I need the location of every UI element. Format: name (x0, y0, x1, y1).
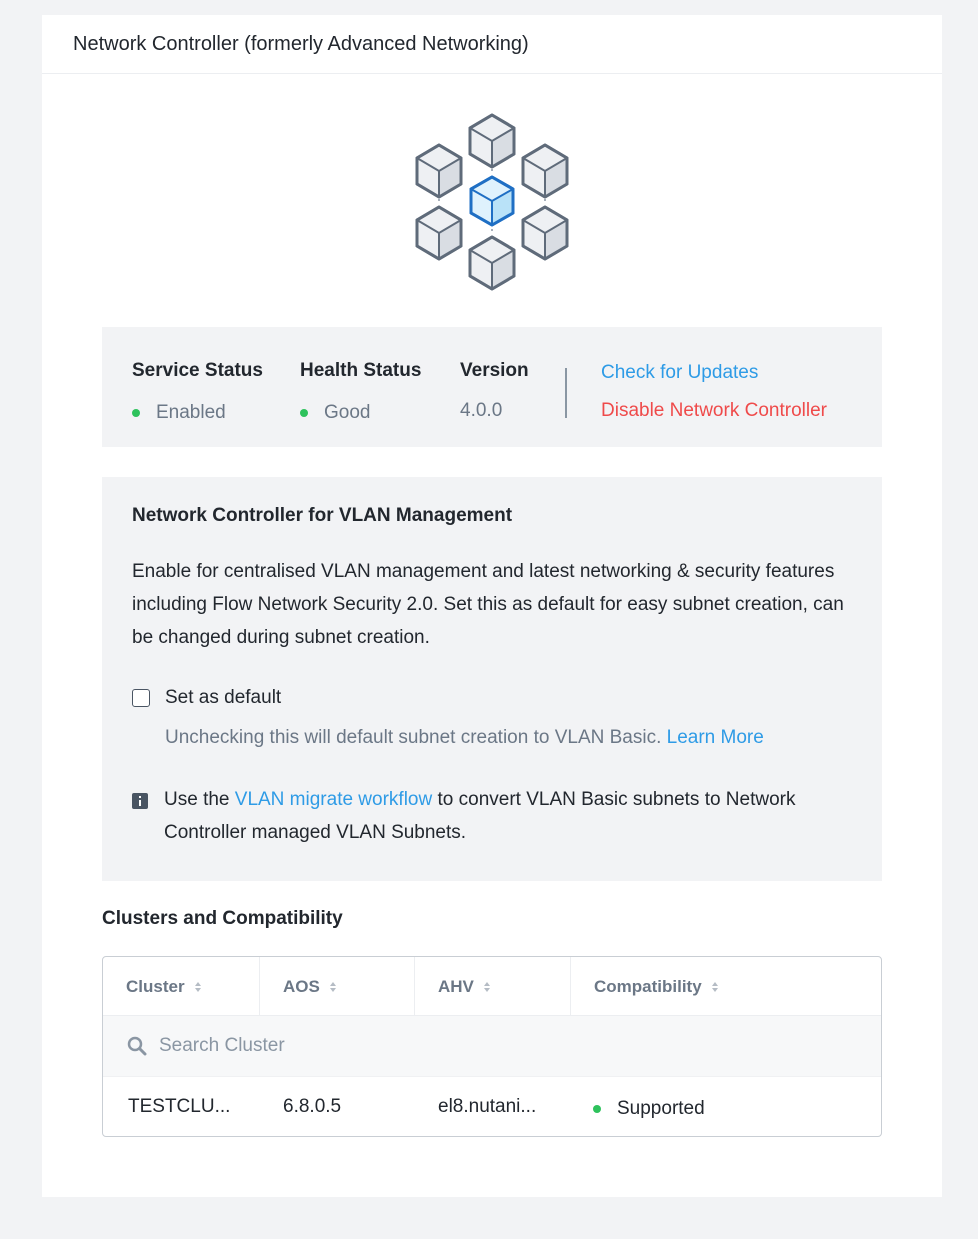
column-header-ahv[interactable]: AHV (415, 957, 571, 1016)
cell-aos: 6.8.0.5 (283, 1095, 342, 1117)
vlan-description: Enable for centralised VLAN management a… (132, 561, 844, 648)
column-header-compatibility[interactable]: Compatibility (571, 957, 881, 1016)
service-status-value: Enabled (156, 402, 226, 423)
service-status-label: Service Status (132, 360, 263, 381)
version-label: Version (460, 360, 529, 381)
clusters-table: Cluster AOS AHV Compatibility Search Clu… (102, 956, 882, 1137)
table-row[interactable]: TESTCLU... 6.8.0.5 el8.nutani... Support… (103, 1077, 881, 1136)
set-default-help-text: Unchecking this will default subnet crea… (165, 727, 764, 748)
set-as-default-label[interactable]: Set as default (165, 687, 281, 709)
set-as-default-checkbox[interactable] (132, 689, 150, 707)
disable-network-controller-link[interactable]: Disable Network Controller (601, 401, 827, 420)
learn-more-link[interactable]: Learn More (667, 727, 764, 748)
search-cluster-input[interactable] (159, 1035, 659, 1057)
panel-title: Network Controller (formerly Advanced Ne… (73, 32, 529, 55)
sort-icon (194, 981, 201, 992)
sort-icon (329, 981, 336, 992)
cell-ahv: el8.nutani... (438, 1095, 537, 1117)
vlan-migrate-workflow-link[interactable]: VLAN migrate workflow (235, 789, 432, 810)
network-controller-panel: Network Controller (formerly Advanced Ne… (42, 15, 942, 1197)
service-status: Service Status Enabled (132, 360, 263, 424)
column-header-aos[interactable]: AOS (260, 957, 415, 1016)
search-icon (127, 1036, 147, 1056)
health-status: Health Status Good (300, 360, 421, 424)
info-icon (132, 793, 148, 809)
divider (565, 368, 567, 418)
health-status-value: Good (324, 402, 371, 423)
table-header: Cluster AOS AHV Compatibility (103, 957, 881, 1016)
vlan-management-section: Network Controller for VLAN Management E… (102, 477, 882, 881)
table-search (103, 1016, 881, 1077)
network-controller-logo-icon (415, 113, 569, 291)
clusters-section-title: Clusters and Compatibility (102, 908, 343, 929)
health-status-label: Health Status (300, 360, 422, 381)
cell-cluster: TESTCLU... (128, 1095, 231, 1117)
status-summary: Service Status Enabled Health Status Goo… (102, 327, 882, 447)
version: Version 4.0.0 (460, 360, 529, 422)
sort-icon (483, 981, 490, 992)
health-dot-icon (300, 409, 308, 417)
migrate-info: Use the VLAN migrate workflow to convert… (132, 789, 804, 849)
panel-header: Network Controller (formerly Advanced Ne… (42, 15, 942, 74)
check-for-updates-link[interactable]: Check for Updates (601, 363, 827, 382)
vlan-section-title: Network Controller for VLAN Management (132, 505, 513, 526)
supported-dot-icon (593, 1104, 601, 1113)
sort-icon (711, 981, 718, 992)
version-value: 4.0.0 (460, 400, 503, 421)
cell-compatibility: Supported (569, 1094, 705, 1120)
column-header-cluster[interactable]: Cluster (103, 957, 260, 1016)
status-dot-icon (132, 409, 140, 417)
